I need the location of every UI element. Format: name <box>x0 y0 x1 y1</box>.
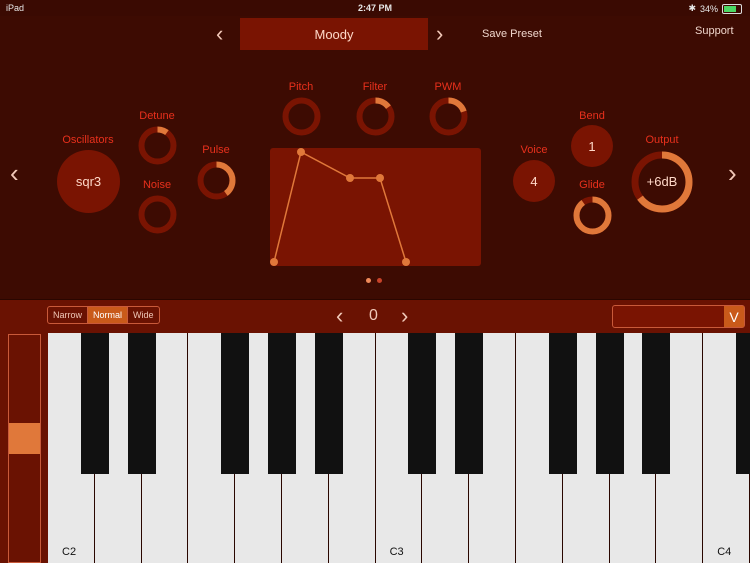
bend-label: Bend <box>579 110 605 122</box>
save-preset-button[interactable]: Save Preset <box>482 28 542 40</box>
modulation-slider-thumb[interactable] <box>9 423 40 455</box>
key-width-selector: Narrow Normal Wide <box>47 306 160 324</box>
black-key[interactable] <box>221 333 250 474</box>
pitch-knob[interactable] <box>280 95 323 138</box>
black-key[interactable] <box>127 333 156 474</box>
envelope-point-release[interactable] <box>402 258 410 266</box>
envelope-point-start[interactable] <box>270 258 278 266</box>
glide-knob[interactable] <box>571 194 614 237</box>
pwm-knob[interactable] <box>427 95 470 138</box>
piano-keyboard: C2 C3 C4 <box>48 333 750 563</box>
page-dot-2[interactable] <box>377 278 382 283</box>
detune-label: Detune <box>139 110 175 122</box>
width-wide-button[interactable]: Wide <box>128 307 159 323</box>
black-key[interactable] <box>268 333 296 474</box>
envelope-line <box>273 150 407 263</box>
width-normal-button[interactable]: Normal <box>88 307 129 323</box>
knob-track <box>282 97 321 136</box>
status-right: ✱ 34% <box>688 3 742 14</box>
pulse-label: Pulse <box>202 144 230 156</box>
page-next-button[interactable]: › <box>728 160 737 186</box>
output-label: Output <box>645 134 679 146</box>
filter-knob[interactable] <box>354 95 397 138</box>
status-bar: iPad 2:47 PM ✱ 34% <box>0 0 750 16</box>
black-key[interactable] <box>314 333 343 474</box>
battery-percent: 34% <box>699 3 718 14</box>
octave-down-button[interactable]: ‹ <box>336 303 343 329</box>
note-label: C4 <box>717 546 732 558</box>
page-dot-1[interactable] <box>366 278 371 283</box>
noise-knob[interactable] <box>136 193 179 236</box>
black-key[interactable] <box>642 333 671 474</box>
clock: 2:47 PM <box>357 3 392 13</box>
keyboard-panel: Narrow Normal Wide ‹ 0 › V C2 C3 C4 <box>0 299 750 563</box>
knob-track <box>138 195 177 234</box>
app-root: iPad 2:47 PM ✱ 34% ‹ Moody › Save Preset… <box>0 0 750 563</box>
black-key[interactable] <box>455 333 484 474</box>
battery-icon <box>722 3 742 14</box>
synth-panel: ‹ Moody › Save Preset Support ‹ › Oscill… <box>0 16 750 299</box>
modulation-slider[interactable] <box>8 334 41 563</box>
pwm-label: PWM <box>434 81 462 93</box>
black-key[interactable] <box>408 333 437 474</box>
prev-preset-button[interactable]: ‹ <box>216 23 223 45</box>
octave-up-button[interactable]: › <box>401 303 408 329</box>
envelope-point-decay[interactable] <box>346 174 354 182</box>
oscillators-label: Oscillators <box>62 134 114 146</box>
glide-label: Glide <box>579 179 605 191</box>
output-value: +6dB <box>646 174 678 189</box>
page-indicator <box>366 278 382 283</box>
note-label: C3 <box>389 546 404 558</box>
note-label: C2 <box>62 546 77 558</box>
knob-value-arc <box>573 196 612 235</box>
black-key[interactable] <box>595 333 624 474</box>
width-narrow-button[interactable]: Narrow <box>48 307 89 323</box>
next-preset-button[interactable]: › <box>436 23 443 45</box>
dropdown-chevron-icon: V <box>724 306 744 327</box>
black-key[interactable] <box>80 333 109 474</box>
octave-value: 0 <box>369 307 378 324</box>
keyboard-dropdown[interactable]: V <box>612 305 745 328</box>
bluetooth-icon: ✱ <box>688 3 696 13</box>
black-key[interactable] <box>548 333 577 474</box>
envelope-point-attack[interactable] <box>297 148 305 156</box>
page-prev-button[interactable]: ‹ <box>10 160 19 186</box>
envelope-point-sustain[interactable] <box>376 174 384 182</box>
bend-selector[interactable]: 1 <box>571 125 613 167</box>
pulse-knob[interactable] <box>195 159 238 202</box>
voice-label: Voice <box>520 144 548 156</box>
noise-label: Noise <box>142 179 172 191</box>
black-key[interactable] <box>736 333 750 474</box>
preset-name-display[interactable]: Moody <box>240 18 428 50</box>
support-link[interactable]: Support <box>695 25 734 37</box>
envelope-editor[interactable] <box>270 148 481 266</box>
